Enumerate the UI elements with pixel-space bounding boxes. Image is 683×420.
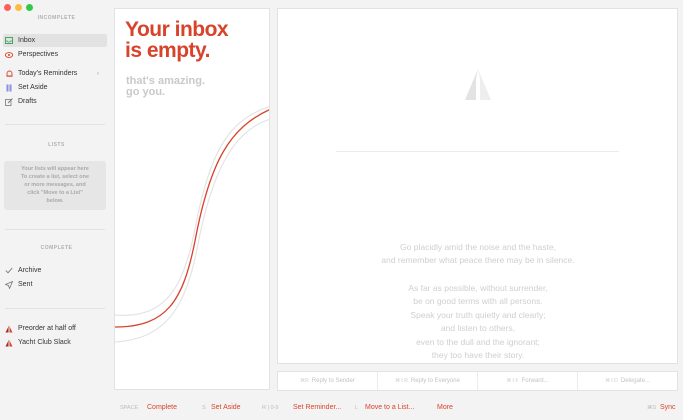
shortcut-key: ⌘⇧F	[506, 378, 519, 384]
sidebar-item-label: Drafts	[18, 98, 37, 105]
sidebar-item-label: Perspectives	[18, 51, 59, 58]
sidebar-item-sent[interactable]: Sent	[3, 278, 107, 291]
lists-empty-line: click "Move to a List"	[27, 190, 83, 196]
lists-empty-message: Your lists will appear here To create a …	[4, 161, 106, 210]
sidebar-item-account-preorder[interactable]: Preorder at half off	[3, 322, 107, 335]
shortcut-key: ⌘⇧R	[395, 378, 408, 384]
shortcut-key: ⌘S	[647, 405, 657, 411]
sidebar-item-inbox[interactable]: Inbox	[3, 34, 107, 47]
sidebar-item-perspectives[interactable]: Perspectives	[3, 48, 107, 61]
sidebar-item-label: Inbox	[18, 37, 36, 44]
poem-line: even to the dull and the ignorant;	[416, 336, 540, 347]
lists-empty-line: below.	[46, 198, 64, 204]
move-to-list-button[interactable]: Move to a List...	[365, 404, 414, 411]
poem-line: and remember what peace there may be in …	[381, 255, 575, 266]
set-reminder-button[interactable]: Set Reminder...	[293, 404, 341, 411]
perspectives-icon	[5, 51, 13, 59]
action-label: Reply to Everyone	[410, 378, 460, 384]
shortcut-key: R | 0-9	[262, 405, 279, 411]
shortcut-key: L	[355, 405, 359, 411]
inbox-icon	[5, 37, 13, 45]
bottom-shortcut-bar: SPACE Complete S Set Aside R | 0-9 Set R…	[0, 400, 683, 420]
poem-line: be on good terms with all persons.	[413, 296, 543, 307]
shortcut-key: ⌘⇧D	[605, 378, 618, 384]
shortcut-key: ⌘R	[300, 378, 309, 384]
poem-line: and listen to others,	[440, 323, 516, 334]
message-detail-pane: Go placidly amid the noise and the haste…	[277, 8, 678, 364]
sidebar: INCOMPLETE Inbox Perspectives Today's Re…	[0, 0, 113, 400]
more-button[interactable]: More	[437, 404, 453, 411]
checkmark-icon	[5, 267, 13, 275]
lists-empty-line: Your lists will appear here	[21, 166, 89, 172]
message-list-pane: Your inbox is empty. that's amazing. go …	[114, 8, 270, 390]
complete-button[interactable]: Complete	[147, 404, 177, 411]
sidebar-item-label: Set Aside	[18, 84, 48, 91]
sidebar-item-label: Sent	[18, 281, 33, 288]
sidebar-item-set-aside[interactable]: Set Aside	[3, 81, 107, 94]
sidebar-item-archive[interactable]: Archive	[3, 264, 107, 277]
airmail-watermark-icon	[465, 69, 491, 100]
lists-empty-line: To create a list, select one	[20, 174, 90, 180]
sidebar-item-label: Archive	[18, 267, 42, 274]
sidebar-item-label: Today's Reminders	[18, 70, 78, 77]
close-window-button[interactable]	[4, 4, 11, 11]
poem-stanza-1: Go placidly amid the noise and the haste…	[278, 241, 678, 268]
poem-line: they too have their story.	[431, 350, 525, 361]
delegate-button[interactable]: ⌘⇧D Delegate...	[578, 372, 677, 390]
window-controls	[4, 4, 33, 11]
minimize-window-button[interactable]	[15, 4, 22, 11]
sidebar-item-account-yacht-club[interactable]: Yacht Club Slack	[3, 336, 107, 349]
set-aside-button[interactable]: Set Aside	[211, 404, 241, 411]
paper-plane-icon	[5, 280, 13, 289]
shortcut-key: S	[202, 405, 206, 411]
sidebar-divider	[5, 308, 105, 309]
set-aside-icon	[5, 84, 13, 92]
poem-line: Go placidly amid the noise and the haste…	[400, 242, 556, 252]
chevron-left-icon[interactable]: ‹	[97, 71, 99, 77]
bell-icon	[5, 70, 13, 78]
airmail-logo-icon	[5, 339, 13, 347]
poem-stanza-2: As far as possible, without surrender, b…	[278, 282, 678, 362]
sidebar-item-label: Preorder at half off	[18, 325, 76, 332]
poem-line: As far as possible, without surrender,	[408, 283, 548, 293]
lists-empty-line: or more messages, and	[24, 182, 86, 188]
poem-line: Speak your truth quietly and clearly;	[410, 309, 546, 320]
reply-to-everyone-button[interactable]: ⌘⇧R Reply to Everyone	[378, 372, 478, 390]
section-title-incomplete: INCOMPLETE	[37, 15, 76, 21]
decorative-curves	[115, 106, 269, 343]
airmail-logo-icon	[5, 325, 13, 333]
detail-divider	[336, 151, 619, 152]
drafts-icon	[5, 97, 13, 106]
sidebar-item-label: Yacht Club Slack	[18, 339, 71, 346]
section-title-lists: LISTS	[48, 142, 65, 148]
action-label: Forward...	[521, 378, 549, 384]
forward-button[interactable]: ⌘⇧F Forward...	[478, 372, 578, 390]
reply-to-sender-button[interactable]: ⌘R Reply to Sender	[278, 372, 378, 390]
sidebar-item-todays-reminders[interactable]: Today's Reminders ‹	[3, 67, 107, 80]
shortcut-key: SPACE	[120, 405, 139, 411]
sidebar-item-drafts[interactable]: Drafts	[3, 95, 107, 108]
action-label: Reply to Sender	[311, 378, 355, 384]
sync-button[interactable]: Sync	[660, 404, 676, 411]
action-label: Delegate...	[620, 378, 650, 384]
zoom-window-button[interactable]	[26, 4, 33, 11]
sidebar-divider	[5, 229, 105, 230]
section-title-complete: COMPLETE	[40, 245, 73, 251]
sidebar-divider	[5, 124, 105, 125]
message-action-bar: ⌘R Reply to Sender ⌘⇧R Reply to Everyone ⌘…	[277, 371, 678, 391]
